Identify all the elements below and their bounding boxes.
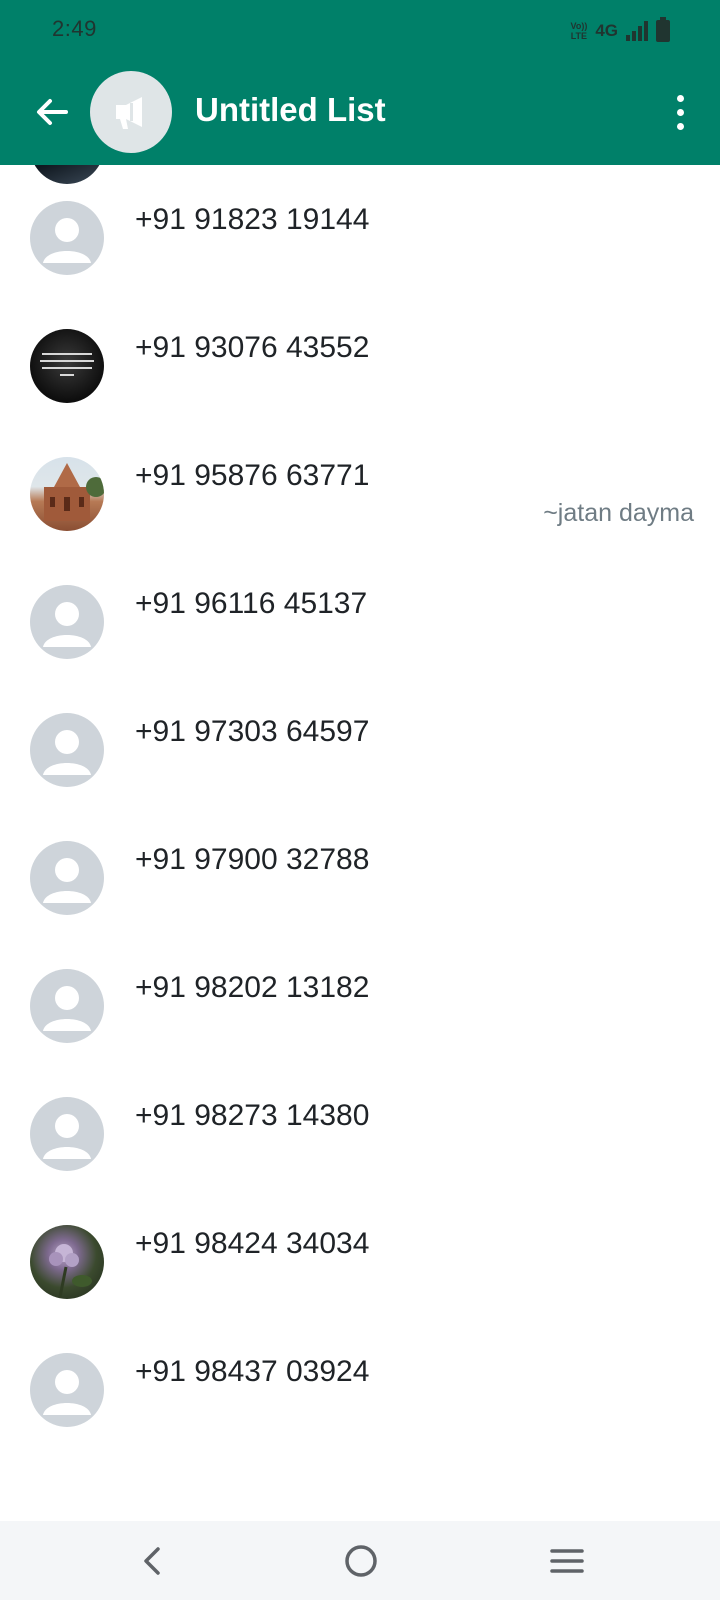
status-bar: 2:49 Vo)) LTE 4G: [0, 0, 720, 60]
more-options-button[interactable]: [668, 90, 692, 134]
default-avatar-icon: [30, 841, 104, 915]
app-bar: 2:49 Vo)) LTE 4G Untitled List: [0, 0, 720, 165]
arrow-left-icon: [37, 99, 68, 125]
contact-phone: +91 98424 34034: [135, 1227, 370, 1260]
default-avatar-icon: [30, 1353, 104, 1427]
list-item[interactable]: +91 95876 63771 ~jatan dayma: [0, 421, 720, 549]
volte-line2: LTE: [570, 31, 588, 41]
back-chevron-icon: [144, 1547, 160, 1575]
list-avatar[interactable]: [90, 71, 172, 153]
status-icons: Vo)) LTE 4G: [570, 17, 670, 44]
system-nav-bar: [0, 1521, 720, 1600]
contact-photo-avatar: [30, 1225, 104, 1299]
contact-phone: +91 97900 32788: [135, 843, 370, 876]
nav-home-button[interactable]: [339, 1539, 383, 1583]
network-type: 4G: [595, 21, 618, 40]
list-item[interactable]: +91 98437 03924: [0, 1317, 720, 1445]
contact-photo-avatar: [30, 457, 104, 531]
contact-phone: +91 91823 19144: [135, 203, 370, 236]
page-title[interactable]: Untitled List: [195, 91, 386, 129]
contact-phone: +91 98437 03924: [135, 1355, 370, 1388]
more-vertical-icon-dot: [676, 94, 684, 102]
more-vertical-icon-dot: [676, 122, 684, 130]
volte-icon: Vo)) LTE: [570, 21, 587, 41]
contact-phone: +91 97303 64597: [135, 715, 370, 748]
nav-recents-button[interactable]: [545, 1539, 589, 1583]
broadcast-megaphone-icon: [116, 97, 142, 129]
list-item[interactable]: +91 91823 19144: [0, 165, 720, 293]
recipient-list: +91 91823 19144 +91 93076 43552 +91 9587…: [0, 165, 720, 1521]
default-avatar-icon: [30, 969, 104, 1043]
recents-menu-icon: [550, 1549, 584, 1573]
contact-phone: +91 93076 43552: [135, 331, 370, 364]
contact-subtitle: ~jatan dayma: [543, 499, 694, 527]
battery-icon: [656, 17, 670, 42]
list-item[interactable]: +91 98424 34034: [0, 1189, 720, 1317]
list-item[interactable]: +91 97303 64597: [0, 677, 720, 805]
default-avatar-icon: [30, 713, 104, 787]
screen: 2:49 Vo)) LTE 4G Untitled List +91 91823…: [0, 0, 720, 1600]
list-item[interactable]: +91 96116 45137: [0, 549, 720, 677]
status-time: 2:49: [52, 16, 97, 41]
list-item[interactable]: +91 97900 32788: [0, 805, 720, 933]
default-avatar-icon: [30, 201, 104, 275]
list-item[interactable]: +91 93076 43552: [0, 293, 720, 421]
contact-phone: +91 98202 13182: [135, 971, 370, 1004]
default-avatar-icon: [30, 585, 104, 659]
signal-icon: [626, 21, 648, 41]
more-vertical-icon-dot: [676, 108, 684, 116]
list-item[interactable]: +91 98202 13182: [0, 933, 720, 1061]
back-button[interactable]: [30, 90, 74, 134]
volte-line1: Vo)): [570, 21, 588, 31]
contact-photo-avatar: [30, 329, 104, 403]
home-circle-icon: [345, 1545, 377, 1577]
contact-phone: +91 96116 45137: [135, 587, 368, 620]
list-item[interactable]: +91 98273 14380: [0, 1061, 720, 1189]
contact-phone: +91 95876 63771: [135, 459, 370, 492]
nav-back-button[interactable]: [131, 1539, 175, 1583]
default-avatar-icon: [30, 1097, 104, 1171]
contact-phone: +91 98273 14380: [135, 1099, 370, 1132]
